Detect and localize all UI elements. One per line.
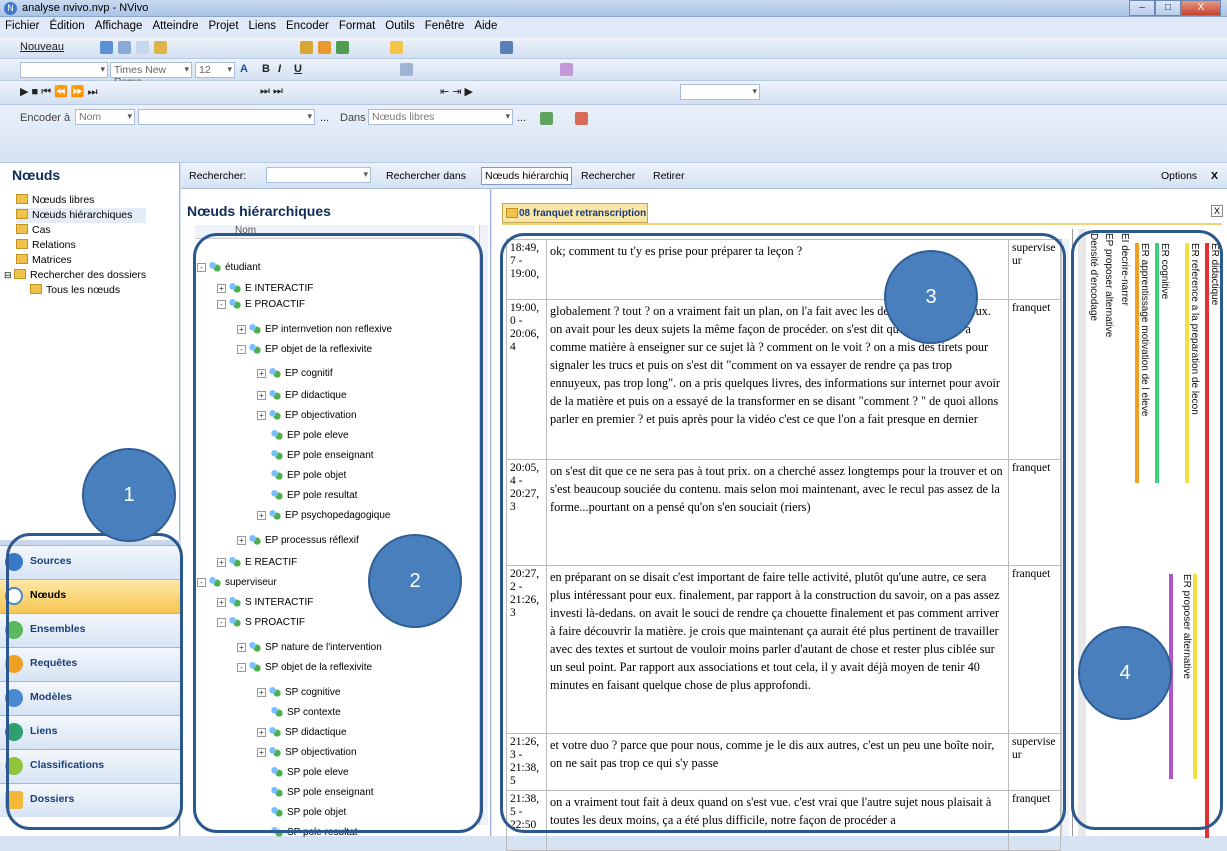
menu-fenetre[interactable]: Fenêtre — [420, 17, 470, 32]
toolbar-encode: Encoder à Nom ... Dans Nœuds libres ... — [0, 105, 1227, 163]
scope-button[interactable]: Nœuds hiérarchiq — [481, 167, 573, 185]
annotation-1: 1 — [82, 448, 176, 542]
folder-icon — [16, 239, 28, 249]
find-input[interactable] — [266, 167, 371, 183]
font-name-combo[interactable]: Times New Roma — [110, 62, 192, 88]
spell-icon[interactable] — [560, 63, 573, 76]
menu-atteindre[interactable]: Atteindre — [147, 17, 203, 32]
browse2-icon[interactable]: ... — [517, 112, 526, 124]
chart-icon[interactable] — [300, 41, 313, 54]
annotation-4: 4 — [1078, 626, 1172, 720]
find-label: Rechercher: — [189, 170, 247, 182]
tree-hierarchical-nodes[interactable]: Nœuds hiérarchiques — [16, 208, 147, 223]
menu-outils[interactable]: Outils — [380, 17, 419, 32]
clear-button[interactable]: Retirer — [653, 170, 685, 182]
find-bar: Rechercher: Rechercher dans Nœuds hiérar… — [181, 163, 1227, 189]
tree-cases[interactable]: Cas — [16, 223, 146, 238]
menu-encoder[interactable]: Encoder — [281, 17, 334, 32]
annotation-3: 3 — [884, 250, 978, 344]
find-now-button[interactable]: Rechercher — [581, 170, 635, 182]
insert-row-icon[interactable]: ⇤ ⇥ ▶ — [440, 85, 473, 98]
options-button[interactable]: Options — [1161, 170, 1197, 182]
window-title: analyse nvivo.nvp - NVivo — [22, 2, 149, 14]
encode-field-combo[interactable]: Nom — [75, 109, 135, 125]
italic-icon[interactable]: I — [278, 63, 281, 75]
menu-liens[interactable]: Liens — [244, 17, 282, 32]
folder-icon — [16, 254, 28, 264]
menu-affichage[interactable]: Affichage — [90, 17, 148, 32]
underline-icon[interactable]: U — [294, 63, 302, 75]
search-in-button[interactable]: Rechercher dans — [386, 170, 466, 182]
close-window-button[interactable]: X — [1181, 0, 1221, 16]
save-icon[interactable] — [100, 41, 113, 54]
close-tab-button[interactable]: X — [1211, 205, 1223, 217]
menu-fichier[interactable]: Fichier — [0, 17, 45, 32]
bold-icon[interactable]: B — [262, 63, 270, 75]
app-logo-icon: N — [4, 2, 17, 15]
browse-icon[interactable]: ... — [320, 112, 329, 124]
document-tab[interactable]: 08 franquet retranscription — [502, 203, 648, 223]
encode-at-label: Encoder à — [20, 112, 71, 124]
menu-projet[interactable]: Projet — [203, 17, 243, 32]
uncode-icon[interactable] — [575, 112, 588, 125]
annotation-2: 2 — [368, 534, 462, 628]
style-combo[interactable] — [20, 62, 108, 78]
toolbar-media: ▶ ■ ⏮ ⏪ ⏩ ⏭ ⏭ ⏭ ⇤ ⇥ ▶ — [0, 81, 1227, 105]
print-icon[interactable] — [118, 41, 131, 54]
annotation-oval-4 — [1071, 230, 1223, 830]
tree-free-nodes[interactable]: Nœuds libres — [16, 193, 146, 208]
maximize-button[interactable]: □ — [1155, 0, 1181, 16]
annotation-oval-3 — [500, 233, 1066, 833]
filter-icon[interactable] — [500, 41, 513, 54]
model-icon[interactable] — [336, 41, 349, 54]
new-button[interactable]: Nouveau — [20, 41, 64, 53]
tree-search-folders[interactable]: ⊟ Rechercher des dossiers — [4, 268, 146, 283]
nodes-tree: Nœuds libres Nœuds hiérarchiques Cas Rel… — [4, 193, 147, 298]
font-color-icon[interactable]: A — [240, 63, 248, 75]
menu-bar: Fichier Édition Affichage Atteindre Projet Li… — [0, 17, 1227, 37]
folder-icon — [30, 284, 42, 294]
in-label: Dans — [340, 112, 366, 124]
paste-icon[interactable] — [154, 41, 167, 54]
tree-relations[interactable]: Relations — [16, 238, 146, 253]
align-icon[interactable] — [400, 63, 413, 76]
left-panel-title: Nœuds — [12, 167, 61, 183]
tree-matrices[interactable]: Matrices — [16, 253, 146, 268]
middle-panel-title: Nœuds hiérarchiques — [187, 203, 331, 219]
menu-format[interactable]: Format — [334, 17, 380, 32]
folder-icon — [16, 194, 28, 204]
copy-icon[interactable] — [136, 41, 149, 54]
menu-edition[interactable]: Édition — [45, 17, 90, 32]
title-bar: N analyse nvivo.nvp - NVivo – □ X — [0, 0, 1227, 17]
tab-underline — [502, 223, 1222, 225]
encode-node-combo[interactable] — [138, 109, 315, 125]
toolbar-format: Times New Roma 12 A B I U — [0, 59, 1227, 88]
document-icon — [506, 208, 518, 218]
mark-icon[interactable]: ⏭ ⏭ — [260, 85, 283, 98]
font-size-combo[interactable]: 12 — [195, 62, 235, 78]
annotation-oval-2 — [193, 233, 483, 833]
menu-aide[interactable]: Aide — [469, 17, 502, 32]
folder-icon — [16, 224, 28, 234]
tree-all-nodes[interactable]: Tous les nœuds — [30, 283, 146, 298]
toolbar-main: Nouveau — [0, 37, 1227, 59]
play-icon[interactable]: ▶ ■ ⏮ ⏪ ⏩ ⏭ — [20, 85, 98, 99]
media-combo[interactable] — [680, 84, 760, 100]
folder-icon — [14, 269, 27, 279]
code-icon[interactable] — [540, 112, 553, 125]
layout-icon[interactable] — [390, 41, 403, 54]
query-icon[interactable] — [318, 41, 331, 54]
in-combo[interactable]: Nœuds libres — [368, 109, 513, 125]
folder-icon — [16, 209, 28, 219]
annotation-oval-1 — [6, 533, 183, 830]
minimize-button[interactable]: – — [1129, 0, 1155, 16]
find-close-button[interactable]: X — [1211, 170, 1218, 182]
